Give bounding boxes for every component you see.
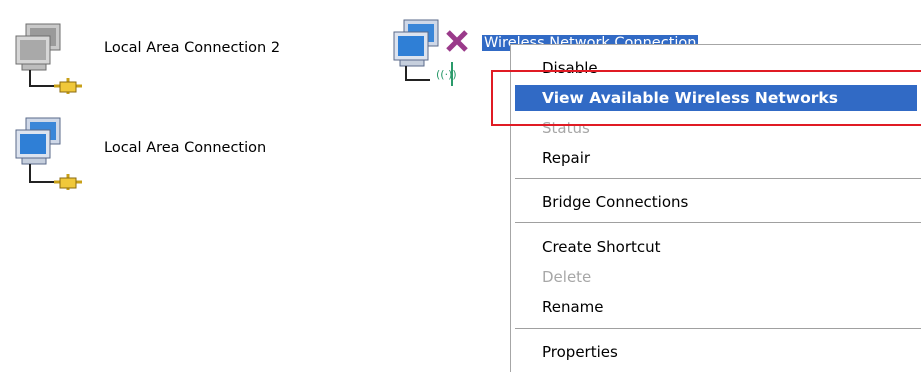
menu-item-bridge-connections[interactable]: Bridge Connections [511, 189, 921, 215]
menu-item-view-available-wireless-networks[interactable]: View Available Wireless Networks [515, 85, 917, 111]
menu-item-disable[interactable]: Disable [511, 55, 921, 81]
lan-computer-blue-icon [15, 117, 82, 190]
menu-separator [515, 328, 921, 329]
menu-item-status: Status [542, 119, 590, 137]
lan-computer-gray-icon [15, 23, 82, 94]
menu-item-rename[interactable]: Rename [511, 294, 921, 320]
menu-item-repair[interactable]: Repair [511, 145, 921, 171]
connection-local-area[interactable]: Local Area Connection [8, 112, 328, 194]
menu-item-properties[interactable]: Properties [511, 339, 921, 365]
menu-item-create-shortcut[interactable]: Create Shortcut [511, 234, 921, 260]
svg-text:((·)): ((·)) [436, 68, 457, 81]
connection-label: Local Area Connection [104, 140, 267, 156]
menu-separator [515, 222, 921, 223]
connection-local-area-2[interactable]: Local Area Connection 2 [8, 18, 328, 98]
menu-item-delete: Delete [542, 268, 592, 286]
menu-separator [515, 178, 921, 179]
wireless-computer-disconnected-icon: ((·)) [393, 19, 468, 86]
context-menu: Disable View Available Wireless Networks… [510, 44, 921, 372]
connection-label: Local Area Connection 2 [104, 40, 281, 56]
